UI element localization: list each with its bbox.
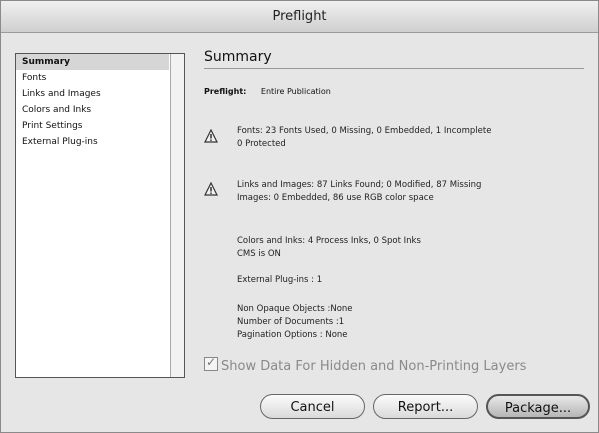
warning-icon xyxy=(204,182,218,196)
preflight-scope: Preflight: Entire Publication xyxy=(204,87,331,96)
category-list-scrollbar[interactable] xyxy=(170,54,184,377)
preflight-scope-label: Preflight: xyxy=(204,87,247,96)
show-hidden-layers-checkbox[interactable]: ✓ xyxy=(204,355,218,371)
show-hidden-layers-option[interactable]: ✓ Show Data For Hidden and Non-Printing L… xyxy=(204,355,527,374)
links-summary-line1: Links and Images: 87 Links Found; 0 Modi… xyxy=(237,180,482,190)
colors-summary-line2: CMS is ON xyxy=(237,249,281,259)
cancel-button[interactable]: Cancel xyxy=(260,394,365,419)
checkmark-icon: ✓ xyxy=(206,355,217,369)
sidebar-item-fonts[interactable]: Fonts xyxy=(16,70,169,86)
fonts-summary-line2: 0 Protected xyxy=(237,139,286,149)
sidebar-item-print-settings[interactable]: Print Settings xyxy=(16,118,169,134)
links-summary-line2: Images: 0 Embedded, 86 use RGB color spa… xyxy=(237,193,434,203)
report-button[interactable]: Report... xyxy=(373,394,478,419)
colors-summary-line1: Colors and Inks: 4 Process Inks, 0 Spot … xyxy=(237,236,421,246)
other-summary: Non Opaque Objects :None Number of Docum… xyxy=(237,303,353,342)
preflight-dialog: Preflight Summary Fonts Links and Images… xyxy=(0,0,599,433)
show-hidden-layers-label: Show Data For Hidden and Non-Printing La… xyxy=(221,359,527,374)
pagination-line: Pagination Options : None xyxy=(237,330,348,340)
plugins-summary: External Plug-ins : 1 xyxy=(237,275,323,285)
links-summary: Links and Images: 87 Links Found; 0 Modi… xyxy=(237,179,481,205)
warning-icon xyxy=(204,129,218,143)
package-button[interactable]: Package... xyxy=(486,394,590,419)
nonopaque-line: Non Opaque Objects :None xyxy=(237,304,353,314)
colors-summary: Colors and Inks: 4 Process Inks, 0 Spot … xyxy=(237,235,421,261)
fonts-summary: Fonts: 23 Fonts Used, 0 Missing, 0 Embed… xyxy=(237,125,491,151)
sidebar-item-summary[interactable]: Summary xyxy=(16,54,169,70)
documents-line: Number of Documents :1 xyxy=(237,317,345,327)
preflight-scope-value: Entire Publication xyxy=(260,87,331,96)
category-items: Summary Fonts Links and Images Colors an… xyxy=(16,54,169,150)
page-title: Summary xyxy=(204,49,584,69)
sidebar-item-links-and-images[interactable]: Links and Images xyxy=(16,86,169,102)
fonts-summary-line1: Fonts: 23 Fonts Used, 0 Missing, 0 Embed… xyxy=(237,126,492,136)
sidebar-item-colors-and-inks[interactable]: Colors and Inks xyxy=(16,102,169,118)
category-list[interactable]: Summary Fonts Links and Images Colors an… xyxy=(15,53,185,378)
sidebar-item-external-plug-ins[interactable]: External Plug-ins xyxy=(16,134,169,150)
window-title: Preflight xyxy=(1,1,598,33)
